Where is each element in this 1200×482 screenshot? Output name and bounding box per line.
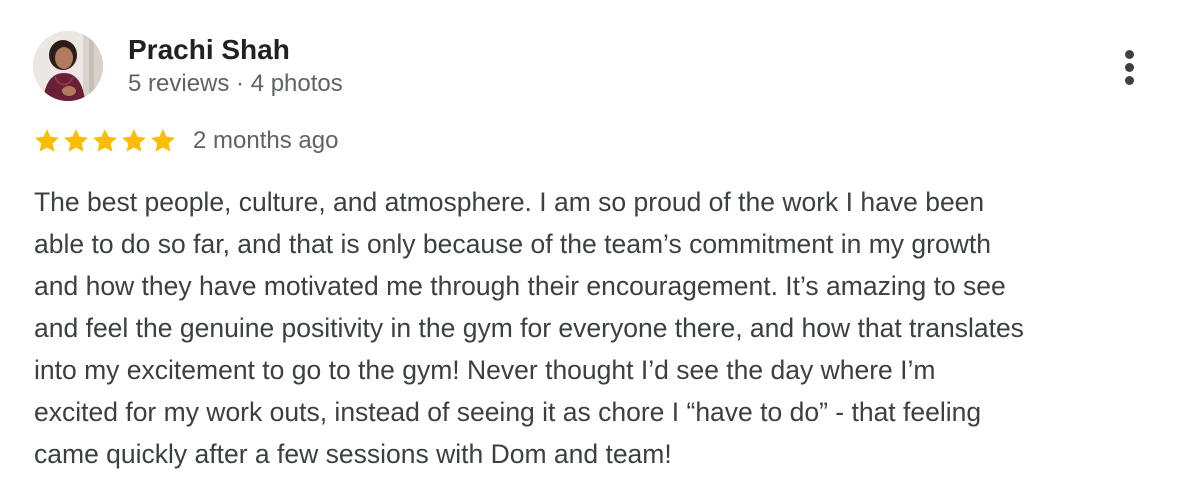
more-vert-icon-dot: [1125, 63, 1134, 72]
star-icon: [149, 127, 177, 155]
star-rating: [33, 127, 177, 155]
star-icon: [91, 127, 119, 155]
review-text-line: came quickly after a few sessions with D…: [34, 439, 672, 469]
review-date: 2 months ago: [193, 127, 339, 154]
rating-row: 2 months ago: [33, 124, 338, 158]
avatar[interactable]: [33, 31, 103, 101]
review-text-line: into my excitement to go to the gym! Nev…: [34, 355, 936, 385]
star-icon: [33, 127, 61, 155]
review-text-line: excited for my work outs, instead of see…: [34, 397, 982, 427]
star-icon: [120, 127, 148, 155]
review-text-line: able to do so far, and that is only beca…: [34, 229, 991, 259]
more-options-button[interactable]: [1112, 46, 1148, 90]
review-text-line: The best people, culture, and atmosphere…: [34, 187, 985, 217]
review-text: The best people, culture, and atmosphere…: [34, 181, 1174, 475]
review-text-line: and feel the genuine positivity in the g…: [34, 313, 1024, 343]
avatar-photo: [33, 31, 103, 101]
reviewer-name[interactable]: Prachi Shah: [128, 33, 290, 67]
review-card: Prachi Shah 5 reviews · 4 photos 2 month…: [0, 0, 1200, 482]
reviewer-meta[interactable]: 5 reviews · 4 photos: [128, 69, 343, 99]
review-text-line: and how they have motivated me through t…: [34, 271, 1006, 301]
more-vert-icon-dot: [1125, 76, 1134, 85]
star-icon: [62, 127, 90, 155]
more-vert-icon: [1125, 50, 1134, 59]
